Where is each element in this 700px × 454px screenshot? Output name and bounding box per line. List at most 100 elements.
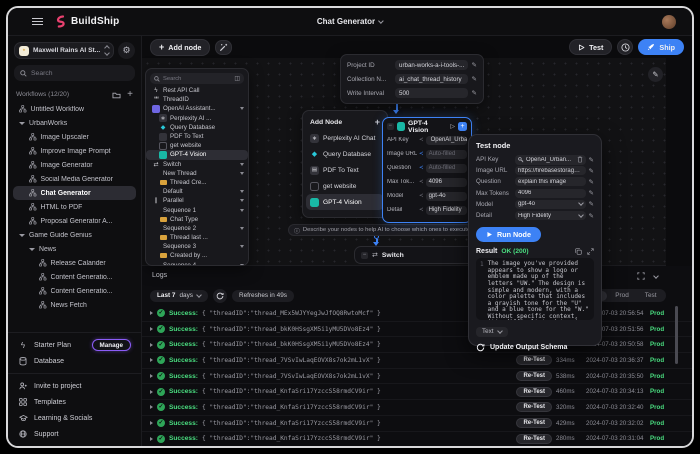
node-tree-item[interactable]: New Thread: [146, 169, 248, 178]
retest-button[interactable]: Re-Test: [516, 418, 552, 428]
field-input[interactable]: https://firebasestorage.googl...: [515, 166, 586, 175]
plus-icon[interactable]: +: [375, 117, 380, 127]
expand-chevron-icon[interactable]: [150, 405, 153, 409]
field-value[interactable]: gpt-4o: [426, 192, 467, 201]
add-node-button[interactable]: + Add node: [150, 39, 210, 56]
node-tree-item[interactable]: Default: [146, 187, 248, 196]
sidebar-item-invite[interactable]: Invite to project: [8, 378, 141, 394]
config-value[interactable]: urban-works-a-i-tools-...: [395, 60, 468, 70]
sidebar-workflow-item[interactable]: Game Guide Genius: [13, 228, 136, 242]
gpt4-vision-node[interactable]: − GPT-4 Vision ▷ + API Key ≺ OpenAI_Urba…: [382, 117, 472, 223]
workspace-selector[interactable]: ⋆ Maxwell Rains AI St...: [14, 42, 114, 59]
user-avatar[interactable]: [662, 15, 676, 29]
field-input[interactable]: explain this image: [515, 177, 586, 186]
retest-button[interactable]: Re-Test: [516, 355, 552, 365]
menu-icon[interactable]: [32, 18, 43, 25]
node-tree-item[interactable]: ThreadID: [146, 95, 248, 104]
history-clock-icon[interactable]: [617, 39, 633, 55]
chevron-down-icon[interactable]: [653, 273, 659, 279]
workflow-title-dropdown[interactable]: Chat Generator: [317, 17, 383, 26]
search-input[interactable]: [31, 70, 111, 77]
sidebar-workflow-item[interactable]: Release Calander: [13, 256, 136, 270]
field-value[interactable]: OpenAI_Urban: [426, 136, 467, 145]
update-output-schema-button[interactable]: Update Output Schema: [476, 343, 594, 352]
node-tree-item[interactable]: Sequence 2: [146, 224, 248, 233]
node-tree-item[interactable]: Sequence 1: [146, 205, 248, 214]
input-handle-icon[interactable]: ≺: [419, 207, 424, 213]
node-tree-search[interactable]: ◫: [150, 73, 244, 84]
config-value[interactable]: 500: [395, 88, 468, 98]
field-input[interactable]: OpenAI_Urban...: [515, 155, 586, 165]
log-row[interactable]: ✓ Success: { "threadID":"thread_bkK0HSsg…: [142, 322, 692, 338]
config-value[interactable]: ai_chat_thread_history: [395, 74, 468, 84]
node-tree-item[interactable]: Thread last ...: [146, 233, 248, 242]
fullscreen-icon[interactable]: [637, 272, 645, 280]
expand-icon[interactable]: [587, 248, 594, 255]
env-filter-tab[interactable]: Prod: [607, 291, 637, 301]
expand-chevron-icon[interactable]: [150, 343, 153, 347]
retest-button[interactable]: Re-Test: [516, 371, 552, 381]
log-row[interactable]: ✓ Success: { "threadID":"thread_KnfaSri1…: [142, 384, 692, 400]
add-node-menu-item[interactable]: Perplexity AI Chat: [306, 130, 384, 146]
edit-pencil-icon[interactable]: ✎: [589, 178, 594, 186]
log-row[interactable]: ✓ Success: { "threadID":"thread_7VSvIwLa…: [142, 353, 692, 369]
test-badge-icon[interactable]: +: [458, 122, 467, 131]
node-tree-item[interactable]: PDF To Text: [146, 132, 248, 141]
input-handle-icon[interactable]: ≺: [419, 179, 424, 185]
logs-scrollbar[interactable]: [675, 306, 678, 364]
gear-icon[interactable]: ⚙: [118, 42, 135, 59]
env-filter-tab[interactable]: Test: [637, 291, 665, 301]
input-handle-icon[interactable]: ≺: [419, 165, 424, 171]
sidebar-workflow-item[interactable]: Content Generatio...: [13, 270, 136, 284]
sidebar-item-database[interactable]: Database: [8, 353, 141, 369]
log-row[interactable]: ✓ Success: { "threadID":"thread_7VSvIwLa…: [142, 369, 692, 385]
node-tree-item[interactable]: get website: [146, 141, 248, 150]
field-value[interactable]: High Fidelity: [426, 206, 467, 215]
add-node-menu-item[interactable]: PDF To Text: [306, 162, 384, 178]
collapse-icon[interactable]: −: [361, 252, 368, 259]
node-tree-item[interactable]: Sequence 3: [146, 242, 248, 251]
sidebar-item-support[interactable]: Support: [8, 426, 141, 442]
sidebar-workflow-item[interactable]: Content Generatio...: [13, 284, 136, 298]
edit-pencil-icon[interactable]: ✎: [472, 89, 477, 97]
sidebar-workflow-item[interactable]: News: [13, 242, 136, 256]
add-workflow-button[interactable]: +: [127, 89, 133, 100]
node-tree-item[interactable]: Thread Cre...: [146, 178, 248, 187]
expand-chevron-icon[interactable]: [150, 327, 153, 331]
sidebar-workflow-item[interactable]: Social Media Generator: [13, 172, 136, 186]
play-icon[interactable]: ▷: [450, 123, 455, 130]
log-row[interactable]: ✓ Success: { "threadID":"thread_bkK0HSsg…: [142, 337, 692, 353]
log-row[interactable]: ✓ Success: { "threadID":"thread_KnfaSri1…: [142, 432, 692, 448]
folder-icon[interactable]: [112, 91, 121, 99]
node-tree-item[interactable]: Query Database: [146, 123, 248, 132]
test-button[interactable]: Test: [569, 39, 612, 55]
field-input[interactable]: 4096: [515, 189, 586, 198]
node-tree-item[interactable]: Chat Type: [146, 215, 248, 224]
retest-button[interactable]: Re-Test: [516, 387, 552, 397]
retest-button[interactable]: Re-Test: [516, 434, 552, 444]
log-row[interactable]: ✓ Success: { "threadID":"thread_MEx5WJYY…: [142, 306, 692, 322]
sidebar-item-templates[interactable]: Templates: [8, 394, 141, 410]
edit-pencil-icon[interactable]: ✎: [648, 67, 663, 82]
add-node-menu-item[interactable]: get website: [306, 178, 384, 194]
expand-chevron-icon[interactable]: [150, 358, 153, 362]
sidebar-workflow-item[interactable]: UrbanWorks: [13, 116, 136, 130]
node-tree-item[interactable]: Rest API Call: [146, 86, 248, 95]
node-tree-item[interactable]: OpenAI Assistant...: [146, 104, 248, 113]
input-handle-icon[interactable]: ≺: [419, 193, 424, 199]
sidebar-workflow-item[interactable]: Chat Generator: [13, 186, 136, 200]
magic-wand-icon[interactable]: [215, 40, 232, 55]
sidebar-workflow-item[interactable]: Image Generator: [13, 158, 136, 172]
ship-button[interactable]: Ship: [638, 39, 684, 55]
manage-button[interactable]: Manage: [92, 339, 131, 351]
node-tree-search-input[interactable]: [163, 76, 223, 82]
sidebar-workflow-item[interactable]: Image Upscaler: [13, 130, 136, 144]
sidebar-search[interactable]: [14, 65, 135, 81]
input-handle-icon[interactable]: ≺: [419, 151, 424, 157]
panel-collapse-icon[interactable]: ◫: [234, 75, 240, 82]
expand-chevron-icon[interactable]: [150, 421, 153, 425]
log-row[interactable]: ✓ Success: { "threadID":"thread_KnfaSri1…: [142, 400, 692, 416]
field-value[interactable]: 4096: [426, 178, 467, 187]
expand-chevron-icon[interactable]: [150, 311, 153, 315]
field-input[interactable]: gpt-4o: [515, 200, 586, 209]
